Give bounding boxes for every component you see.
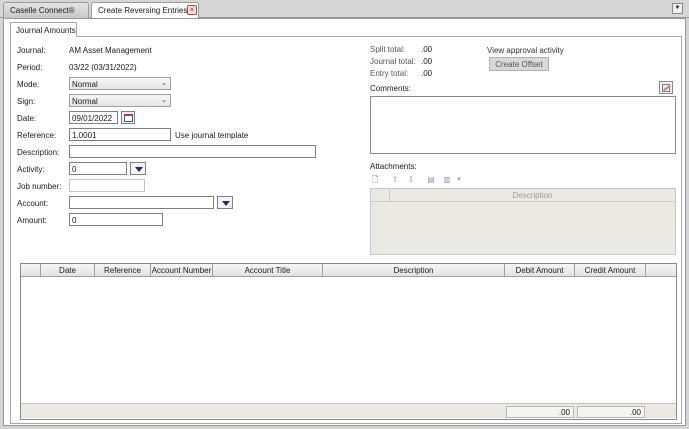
tab-create-reversing-entries[interactable]: Create Reversing Entries ×	[91, 2, 199, 19]
job-number-label: Job number:	[17, 182, 62, 191]
date-value: 09/01/2022	[72, 114, 113, 123]
journal-amounts-panel: Journal: AM Asset Management Period: 03/…	[10, 36, 682, 424]
attachments-label: Attachments:	[370, 162, 417, 171]
reference-value: 1.0001	[72, 131, 97, 140]
mode-label: Mode:	[17, 80, 40, 89]
job-number-field[interactable]	[69, 179, 145, 192]
period-label: Period:	[17, 63, 43, 72]
attachments-description-header[interactable]: Description	[390, 191, 675, 200]
comments-label: Comments:	[370, 84, 411, 93]
activity-lookup-button[interactable]	[130, 162, 146, 175]
mode-value: Normal	[72, 80, 98, 89]
view-approval-activity-link[interactable]: View approval activity	[487, 46, 564, 55]
calendar-button[interactable]	[121, 111, 135, 124]
tab-label: Journal Amounts	[16, 26, 76, 35]
dropdown-arrow-icon	[222, 201, 230, 206]
grid-header-row: Date Reference Account Number Account Ti…	[21, 264, 676, 277]
column-header-credit-amount[interactable]: Credit Amount	[575, 264, 646, 277]
column-header-extra	[646, 264, 676, 277]
row-selector-header	[371, 189, 390, 202]
chevron-down-icon[interactable]: ▼	[454, 175, 464, 185]
entry-total-label: Entry total:	[370, 69, 409, 78]
add-attachment-icon[interactable]: 🗋	[370, 175, 380, 185]
print-icon[interactable]: ▥	[442, 175, 452, 185]
tab-label: Caselle Connect®	[10, 6, 75, 15]
tab-label: Create Reversing Entries	[98, 6, 188, 15]
tab-journal-amounts[interactable]: Journal Amounts	[10, 22, 77, 37]
attachments-grid-header: Description	[371, 189, 675, 202]
description-label: Description:	[17, 148, 60, 157]
journal-label: Journal:	[17, 46, 46, 55]
column-header-date[interactable]: Date	[41, 264, 95, 277]
amount-label: Amount:	[17, 216, 47, 225]
use-journal-template-link[interactable]: Use journal template	[175, 131, 248, 140]
dropdown-arrow-icon	[135, 167, 143, 172]
chevron-down-icon: ⌄	[161, 97, 167, 104]
column-header-account-number[interactable]: Account Number	[151, 264, 213, 277]
journal-total-label: Journal total:	[370, 57, 416, 66]
reference-label: Reference:	[17, 131, 57, 140]
comments-textarea[interactable]	[370, 96, 676, 154]
account-field[interactable]	[69, 196, 214, 209]
activity-field[interactable]: 0	[69, 162, 127, 175]
close-tab-icon[interactable]: ×	[187, 5, 197, 15]
credit-total: .00	[577, 406, 645, 418]
reference-field[interactable]: 1.0001	[69, 128, 171, 141]
column-header-description[interactable]: Description	[323, 264, 505, 277]
account-label: Account:	[17, 199, 49, 208]
tab-caselle-connect[interactable]: Caselle Connect®	[3, 2, 89, 18]
row-selector-header	[21, 264, 41, 277]
column-header-reference[interactable]: Reference	[95, 264, 151, 277]
tab-list-menu-button[interactable]: ▼	[672, 3, 683, 14]
journal-total-value: .00	[421, 57, 433, 66]
sign-label: Sign:	[17, 97, 36, 106]
amount-field[interactable]: 0	[69, 213, 163, 226]
edit-comment-button[interactable]	[659, 81, 673, 94]
mode-select[interactable]: Normal ⌄	[69, 77, 171, 90]
sign-select[interactable]: Normal ⌄	[69, 94, 171, 107]
entry-total-value: .00	[421, 69, 433, 78]
date-field[interactable]: 09/01/2022	[69, 111, 118, 124]
description-field[interactable]	[69, 145, 316, 158]
split-total-value: .00	[421, 45, 433, 54]
column-header-account-title[interactable]: Account Title	[213, 264, 323, 277]
date-label: Date:	[17, 114, 37, 123]
debit-total: .00	[506, 406, 574, 418]
amount-value: 0	[72, 216, 77, 225]
account-lookup-button[interactable]	[217, 196, 233, 209]
calendar-icon	[124, 114, 133, 122]
activity-label: Activity:	[17, 165, 45, 174]
grid-totals-row: .00 .00	[21, 403, 676, 418]
create-offset-label: Create Offset	[495, 60, 543, 69]
create-offset-button[interactable]: Create Offset	[489, 57, 549, 71]
attachments-grid: Description	[370, 188, 676, 255]
chevron-down-icon: ⌄	[161, 80, 167, 87]
period-value: 03/22 (03/31/2022)	[69, 63, 137, 72]
document-tab-strip: Caselle Connect® Create Reversing Entrie…	[0, 0, 689, 19]
column-header-debit-amount[interactable]: Debit Amount	[505, 264, 575, 277]
move-up-icon[interactable]: ⇧	[390, 175, 400, 185]
scan-icon[interactable]: ▤	[426, 175, 436, 185]
activity-value: 0	[72, 165, 77, 174]
journal-detail-grid: Date Reference Account Number Account Ti…	[20, 263, 677, 420]
move-down-icon[interactable]: ⇩	[406, 175, 416, 185]
sign-value: Normal	[72, 97, 98, 106]
document-panel: Journal Amounts Journal: AM Asset Manage…	[3, 18, 686, 426]
journal-value: AM Asset Management	[69, 46, 152, 55]
split-total-label: Split total:	[370, 45, 406, 54]
